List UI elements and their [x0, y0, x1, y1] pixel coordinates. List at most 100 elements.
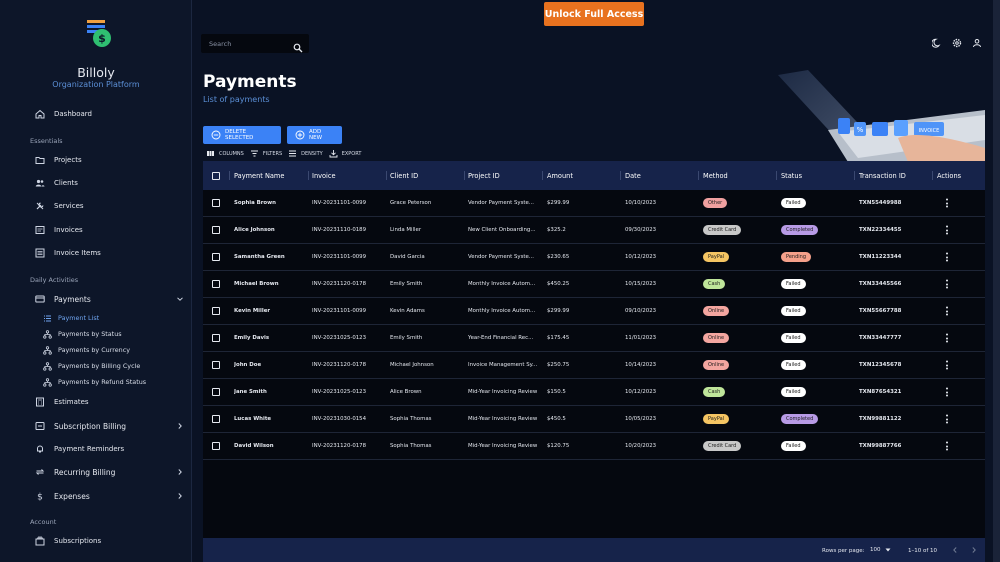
row-checkbox[interactable]	[212, 334, 220, 342]
more-actions-icon[interactable]	[945, 306, 949, 316]
row-checkbox[interactable]	[212, 415, 220, 423]
more-actions-icon[interactable]	[945, 360, 949, 370]
column-separator[interactable]	[698, 171, 699, 180]
row-checkbox[interactable]	[212, 442, 220, 450]
sidebar-item-dashboard[interactable]: Dashboard	[34, 106, 184, 122]
table-row[interactable]: Kevin Miller INV-20231101-0099 Kevin Adams…	[203, 298, 985, 325]
header-project-id[interactable]: Project ID	[468, 161, 500, 190]
table-row[interactable]: Alice Johnson INV-20231110-0189 Linda Mill…	[203, 217, 985, 244]
row-checkbox[interactable]	[212, 307, 220, 315]
sidebar-item-projects[interactable]: Projects	[34, 152, 184, 168]
sidebar-subitem-payments-by-status[interactable]: Payments by Status	[43, 328, 122, 340]
sidebar-item-invoices[interactable]: Invoices	[34, 222, 184, 238]
sidebar-subitem-payment-list[interactable]: Payment List	[43, 312, 99, 324]
sidebar-item-subscription-billing[interactable]: Subscription Billing	[34, 418, 184, 434]
table-row[interactable]: John Doe INV-20231120-0178 Michael Johnson…	[203, 352, 985, 379]
header-date[interactable]: Date	[625, 161, 641, 190]
sidebar-subitem-payments-by-currency[interactable]: Payments by Currency	[43, 344, 130, 356]
next-page-icon[interactable]	[970, 546, 978, 554]
sidebar-item-invoice-items[interactable]: Invoice Items	[34, 245, 184, 261]
sidebar-subitem-payments-by-refund-status[interactable]: Payments by Refund Status	[43, 376, 146, 388]
folder-icon	[34, 155, 45, 166]
search-icon[interactable]	[293, 38, 303, 53]
sidebar-item-services[interactable]: Services	[34, 198, 184, 214]
column-separator[interactable]	[854, 171, 855, 180]
status-chip: Completed	[781, 414, 819, 424]
column-separator[interactable]	[386, 171, 387, 180]
cell-date: 10/12/2023	[625, 254, 657, 260]
column-separator[interactable]	[542, 171, 543, 180]
table-row[interactable]: David Wilson INV-20231120-0178 Sophia Thom…	[203, 433, 985, 460]
settings-icon[interactable]	[952, 38, 962, 48]
search-input[interactable]	[209, 39, 289, 48]
cell-project-id: Vendor Payment Syste...	[468, 200, 534, 206]
table-row[interactable]: Jane Smith INV-20231025-0123 Alice Brown Mi…	[203, 379, 985, 406]
column-separator[interactable]	[776, 171, 777, 180]
column-separator[interactable]	[308, 171, 309, 180]
header-client-id[interactable]: Client ID	[390, 161, 418, 190]
cell-payment-name: Sophia Brown	[234, 200, 276, 206]
sidebar-item-subscriptions[interactable]: Subscriptions	[34, 533, 184, 549]
column-separator[interactable]	[464, 171, 465, 180]
sidebar-item-recurring-billing[interactable]: Recurring Billing	[34, 464, 184, 480]
column-separator[interactable]	[620, 171, 621, 180]
more-actions-icon[interactable]	[945, 414, 949, 424]
minus-circle-icon	[211, 130, 221, 140]
cell-method: Cash	[703, 379, 726, 405]
method-chip: Online	[703, 360, 730, 370]
density-button[interactable]: DENSITY	[288, 149, 323, 158]
user-icon[interactable]	[972, 38, 982, 48]
row-checkbox[interactable]	[212, 253, 220, 261]
filters-button[interactable]: FILTERS	[250, 149, 282, 158]
column-separator[interactable]	[229, 171, 230, 180]
table-row[interactable]: Lucas White INV-20231030-0154 Sophia Thoma…	[203, 406, 985, 433]
row-checkbox[interactable]	[212, 388, 220, 396]
rows-per-page-select[interactable]: 100	[870, 547, 891, 553]
header-transaction-id[interactable]: Transaction ID	[859, 161, 906, 190]
more-actions-icon[interactable]	[945, 198, 949, 208]
more-actions-icon[interactable]	[945, 252, 949, 262]
header-amount[interactable]: Amount	[547, 161, 573, 190]
status-chip: Pending	[781, 252, 811, 262]
billoly-logo: $	[87, 20, 111, 47]
header-invoice[interactable]: Invoice	[312, 161, 336, 190]
page-scrollbar[interactable]	[993, 0, 1000, 562]
previous-page-icon[interactable]	[951, 546, 959, 554]
unlock-full-access-button[interactable]: Unlock Full Access	[544, 2, 644, 26]
sidebar-item-label: Dashboard	[54, 110, 92, 118]
header-payment-name[interactable]: Payment Name	[234, 161, 284, 190]
method-chip: Online	[703, 333, 730, 343]
sidebar-item-clients[interactable]: Clients	[34, 175, 184, 191]
table-row[interactable]: Michael Brown INV-20231120-0178 Emily Smit…	[203, 271, 985, 298]
header-method[interactable]: Method	[703, 161, 728, 190]
table-row[interactable]: Emily Davis INV-20231025-0123 Emily Smith Y…	[203, 325, 985, 352]
row-checkbox[interactable]	[212, 280, 220, 288]
status-chip: Failed	[781, 387, 806, 397]
select-all-checkbox[interactable]	[212, 171, 220, 180]
add-new-button[interactable]: ADD NEW	[287, 126, 342, 144]
status-chip: Failed	[781, 279, 806, 289]
row-checkbox[interactable]	[212, 361, 220, 369]
row-checkbox[interactable]	[212, 199, 220, 207]
row-checkbox[interactable]	[212, 226, 220, 234]
sidebar-item-label: Services	[54, 202, 84, 210]
delete-selected-button[interactable]: DELETE SELECTED	[203, 126, 281, 144]
dark-mode-icon[interactable]	[932, 38, 942, 48]
header-status[interactable]: Status	[781, 161, 802, 190]
column-separator[interactable]	[932, 171, 933, 180]
more-actions-icon[interactable]	[945, 279, 949, 289]
more-actions-icon[interactable]	[945, 441, 949, 451]
sidebar-item-payment-reminders[interactable]: Payment Reminders	[34, 441, 184, 457]
sidebar-item-payments[interactable]: Payments	[34, 291, 184, 307]
cell-amount: $230.65	[547, 254, 570, 260]
sidebar-subitem-payments-by-billing-cycle[interactable]: Payments by Billing Cycle	[43, 360, 140, 372]
table-row[interactable]: Sophia Brown INV-20231101-0099 Grace Peter…	[203, 190, 985, 217]
export-button[interactable]: EXPORT	[329, 149, 361, 158]
columns-button[interactable]: COLUMNS	[206, 149, 244, 158]
more-actions-icon[interactable]	[945, 333, 949, 343]
sidebar-item-expenses[interactable]: $ Expenses	[34, 488, 184, 504]
more-actions-icon[interactable]	[945, 225, 949, 235]
table-row[interactable]: Samantha Green INV-20231101-0099 David Gar…	[203, 244, 985, 271]
sidebar-item-estimates[interactable]: Estimates	[34, 394, 184, 410]
more-actions-icon[interactable]	[945, 387, 949, 397]
